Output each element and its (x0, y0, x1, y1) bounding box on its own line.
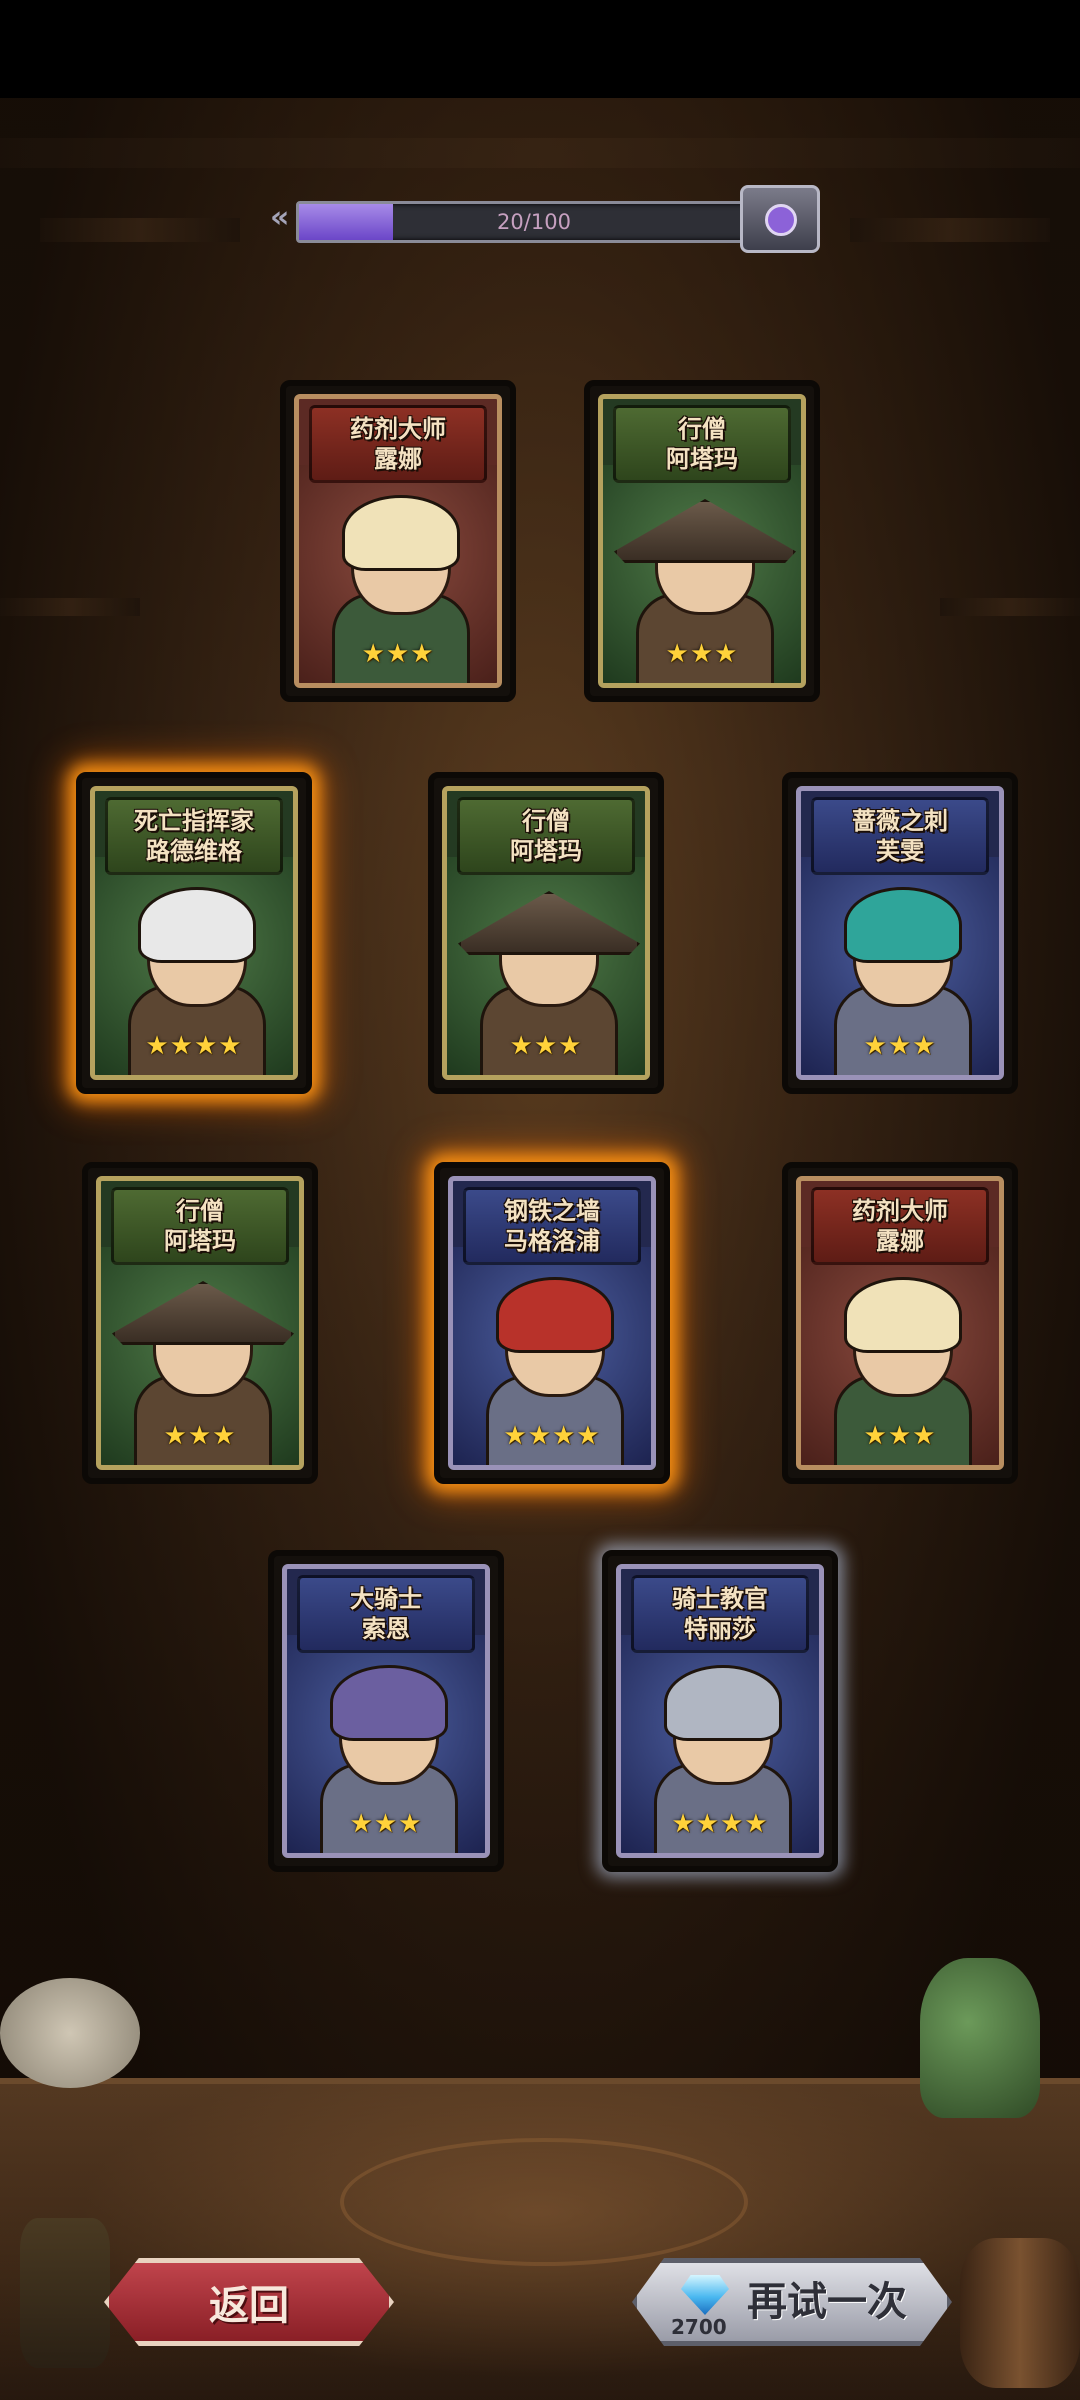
star-rating: ★★★ (665, 639, 739, 669)
star-rating: ★★★★ (145, 1031, 243, 1061)
card-frame: 大骑士 索恩 ★★★ (282, 1564, 490, 1858)
card-frame: 死亡指挥家 路德维格 ★★★★ (90, 786, 298, 1080)
hero-title: 行僧 (678, 415, 726, 443)
hero-name: 阿塔玛 (164, 1227, 236, 1255)
card-name-banner: 骑士教官 特丽莎 (631, 1575, 809, 1653)
hero-card[interactable]: 大骑士 索恩 ★★★ (268, 1550, 504, 1872)
straw-hat (458, 891, 640, 955)
card-frame: 药剂大师 露娜 ★★★ (294, 394, 502, 688)
hero-name: 露娜 (374, 445, 422, 473)
barrel-prop (960, 2238, 1080, 2388)
hero-title: 行僧 (176, 1197, 224, 1225)
hero-card[interactable]: 行僧 阿塔玛 ★★★ (428, 772, 664, 1094)
card-name-banner: 行僧 阿塔玛 (613, 405, 791, 483)
hero-name: 路德维格 (146, 837, 242, 865)
card-name-banner: 死亡指挥家 路德维格 (105, 797, 283, 875)
portrait-hair (138, 887, 256, 963)
hero-card[interactable]: 钢铁之墙 马格洛浦 ★★★★ (434, 1162, 670, 1484)
hero-name: 马格洛浦 (504, 1227, 600, 1255)
retry-button[interactable]: 2700 再试一次 (632, 2258, 952, 2346)
star-rating: ★★★ (349, 1809, 423, 1839)
hero-name: 索恩 (362, 1615, 410, 1643)
shelf (0, 598, 140, 616)
ceiling-beam (0, 138, 1080, 168)
ceiling-beam (40, 218, 240, 242)
card-frame: 药剂大师 露娜 ★★★ (796, 1176, 1004, 1470)
progress-text: 20/100 (497, 210, 571, 234)
hero-name: 芙雯 (876, 837, 924, 865)
hero-title: 药剂大师 (350, 415, 446, 443)
ceiling-beam (850, 218, 1050, 242)
hero-card[interactable]: 药剂大师 露娜 ★★★ (280, 380, 516, 702)
portrait-hair (496, 1277, 614, 1353)
straw-hat (614, 499, 796, 563)
potion-bottle-prop (920, 1958, 1040, 2118)
star-rating: ★★★ (163, 1421, 237, 1451)
card-frame: 行僧 阿塔玛 ★★★ (96, 1176, 304, 1470)
card-name-banner: 行僧 阿塔玛 (457, 797, 635, 875)
card-name-banner: 钢铁之墙 马格洛浦 (463, 1187, 641, 1265)
star-rating: ★★★ (863, 1031, 937, 1061)
skull-candle-prop (0, 1978, 140, 2088)
star-rating: ★★★★ (671, 1809, 769, 1839)
card-frame: 蔷薇之刺 芙雯 ★★★ (796, 786, 1004, 1080)
hero-title: 钢铁之墙 (504, 1197, 600, 1225)
card-name-banner: 药剂大师 露娜 (309, 405, 487, 483)
portrait-hair (844, 1277, 962, 1353)
hero-name: 露娜 (876, 1227, 924, 1255)
portrait-hair (844, 887, 962, 963)
back-button-label: 返回 (209, 2283, 289, 2329)
star-rating: ★★★ (361, 639, 435, 669)
card-name-banner: 行僧 阿塔玛 (111, 1187, 289, 1265)
card-frame: 骑士教官 特丽莎 ★★★★ (616, 1564, 824, 1858)
hero-card[interactable]: 药剂大师 露娜 ★★★ (782, 1162, 1018, 1484)
card-frame: 行僧 阿塔玛 ★★★ (442, 786, 650, 1080)
hero-title: 骑士教官 (672, 1585, 768, 1613)
reward-chest-icon[interactable] (740, 185, 820, 253)
hero-name: 特丽莎 (684, 1615, 756, 1643)
lantern-prop (20, 2218, 110, 2368)
hero-title: 行僧 (522, 807, 570, 835)
summon-progress: « 20/100 (270, 185, 820, 253)
hero-card[interactable]: 骑士教官 特丽莎 ★★★★ (602, 1550, 838, 1872)
hero-card[interactable]: 行僧 阿塔玛 ★★★ (584, 380, 820, 702)
hero-name: 阿塔玛 (510, 837, 582, 865)
portrait-hair (330, 1665, 448, 1741)
star-rating: ★★★ (509, 1031, 583, 1061)
shelf (940, 598, 1080, 616)
retry-cost: 2700 (671, 2315, 727, 2339)
hero-title: 药剂大师 (852, 1197, 948, 1225)
hero-card[interactable]: 蔷薇之刺 芙雯 ★★★ (782, 772, 1018, 1094)
card-name-banner: 蔷薇之刺 芙雯 (811, 797, 989, 875)
card-name-banner: 药剂大师 露娜 (811, 1187, 989, 1265)
card-frame: 行僧 阿塔玛 ★★★ (598, 394, 806, 688)
star-rating: ★★★★ (503, 1421, 601, 1451)
hero-title: 大骑士 (350, 1585, 422, 1613)
card-frame: 钢铁之墙 马格洛浦 ★★★★ (448, 1176, 656, 1470)
hero-name: 阿塔玛 (666, 445, 738, 473)
hero-card[interactable]: 死亡指挥家 路德维格 ★★★★ (76, 772, 312, 1094)
diamond-gem-icon (681, 2275, 729, 2315)
star-rating: ★★★ (863, 1421, 937, 1451)
progress-bar: 20/100 (296, 201, 772, 243)
back-button[interactable]: 返回 (104, 2258, 394, 2346)
card-name-banner: 大骑士 索恩 (297, 1575, 475, 1653)
portrait-hair (342, 495, 460, 571)
hero-title: 蔷薇之刺 (852, 807, 948, 835)
portrait-hair (664, 1665, 782, 1741)
retry-button-label: 再试一次 (747, 2279, 907, 2325)
table-rune-circle (340, 2138, 748, 2266)
straw-hat (112, 1281, 294, 1345)
hero-card[interactable]: 行僧 阿塔玛 ★★★ (82, 1162, 318, 1484)
hero-title: 死亡指挥家 (134, 807, 254, 835)
